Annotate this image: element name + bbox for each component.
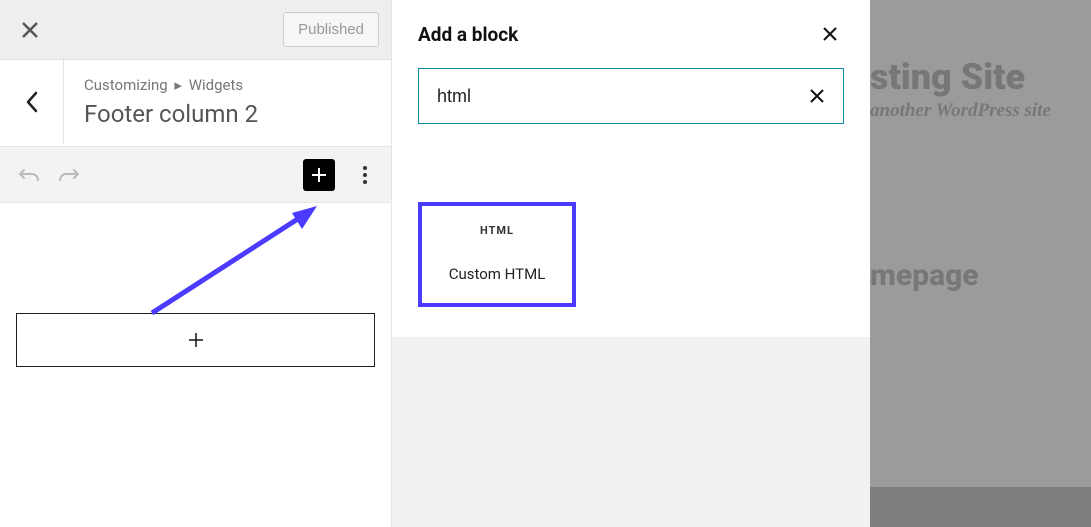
html-block-icon: HTML bbox=[422, 224, 572, 237]
breadcrumb-separator: ▸ bbox=[174, 76, 182, 94]
redo-button[interactable] bbox=[58, 164, 80, 186]
plus-icon bbox=[187, 331, 205, 349]
block-card-custom-html[interactable]: HTML Custom HTML bbox=[418, 202, 576, 307]
block-search-input[interactable] bbox=[437, 86, 803, 107]
block-inserter-header: Add a block bbox=[392, 0, 870, 68]
annotation-arrow-icon bbox=[142, 203, 332, 323]
back-button[interactable] bbox=[0, 60, 64, 144]
more-options-button[interactable] bbox=[353, 159, 377, 191]
plus-icon bbox=[310, 166, 328, 184]
breadcrumb-row: Customizing ▸ Widgets Footer column 2 bbox=[0, 60, 391, 147]
block-inserter-panel: Add a block HTML Custom HTML bbox=[392, 0, 870, 527]
undo-button[interactable] bbox=[18, 164, 40, 186]
block-card-title: Custom HTML bbox=[422, 265, 572, 283]
block-results: HTML Custom HTML bbox=[392, 142, 870, 307]
redo-icon bbox=[58, 167, 80, 183]
close-customizer-button[interactable] bbox=[12, 12, 48, 48]
chevron-left-icon bbox=[25, 91, 39, 113]
clear-search-button[interactable] bbox=[803, 82, 831, 110]
breadcrumb-leaf: Widgets bbox=[189, 76, 243, 94]
breadcrumb-root: Customizing bbox=[84, 76, 168, 94]
close-inserter-button[interactable] bbox=[816, 20, 844, 48]
block-search-row bbox=[392, 68, 870, 142]
customizer-sidebar: Published Customizing ▸ Widgets Footer c… bbox=[0, 0, 392, 527]
add-block-placeholder[interactable] bbox=[16, 313, 375, 367]
publish-status-button[interactable]: Published bbox=[283, 12, 379, 47]
undo-icon bbox=[18, 167, 40, 183]
add-block-button[interactable] bbox=[303, 159, 335, 191]
close-icon bbox=[822, 26, 838, 42]
preview-dim-overlay bbox=[870, 0, 1091, 527]
widget-area bbox=[0, 203, 391, 527]
close-icon bbox=[21, 21, 39, 39]
ellipsis-vertical-icon bbox=[363, 166, 367, 184]
breadcrumb: Customizing ▸ Widgets Footer column 2 bbox=[64, 60, 278, 146]
panel-title: Footer column 2 bbox=[84, 100, 258, 128]
close-icon bbox=[809, 88, 825, 104]
block-search-box[interactable] bbox=[418, 68, 844, 124]
block-inserter-title: Add a block bbox=[418, 23, 816, 46]
editor-toolbar bbox=[0, 147, 391, 203]
site-preview: sting Site another WordPress site mepage bbox=[870, 0, 1091, 527]
sidebar-topbar: Published bbox=[0, 0, 391, 60]
block-inserter-footer-area bbox=[392, 337, 870, 527]
